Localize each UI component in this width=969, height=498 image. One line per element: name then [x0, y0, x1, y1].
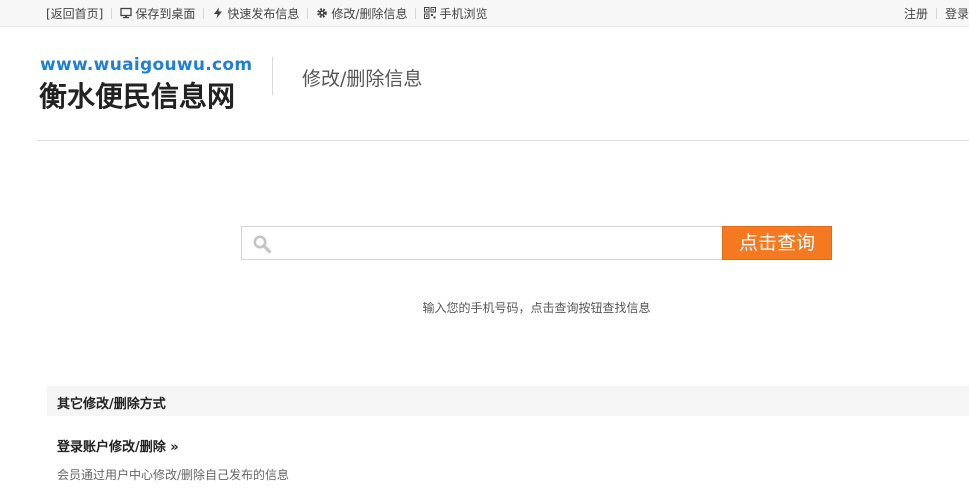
monitor-icon: [120, 7, 133, 19]
search-hint: 输入您的手机号码，点击查询按钮查找信息: [422, 301, 651, 315]
quick-post-label: 快速发布信息: [227, 6, 300, 21]
separator: [203, 7, 205, 19]
search-icon: [252, 234, 272, 254]
qrcode-icon: [424, 7, 437, 19]
save-to-desktop-link[interactable]: 保存到桌面: [120, 5, 195, 22]
quick-post-link[interactable]: 快速发布信息: [212, 5, 299, 22]
save-to-desktop-label: 保存到桌面: [135, 6, 196, 21]
separator: [307, 7, 309, 19]
lightning-icon: [212, 7, 224, 19]
separator: [111, 7, 113, 19]
login-edit-description: 会员通过用户中心修改/删除自己发布的信息: [57, 468, 290, 482]
top-bar-right: 注册 登录: [904, 0, 969, 26]
other-methods-title: 其它修改/删除方式: [57, 397, 166, 412]
separator: [415, 7, 417, 19]
home-link-label: [返回首页]: [46, 6, 104, 21]
logo-name: 衡水便民信息网: [39, 80, 236, 113]
edit-delete-label: 修改/删除信息: [331, 6, 408, 21]
login-edit-link[interactable]: 登录账户修改/删除 »: [57, 436, 179, 455]
separator: [935, 7, 937, 19]
other-methods-bar: 其它修改/删除方式: [47, 386, 969, 416]
gear-icon: [316, 7, 328, 19]
phone-search-input[interactable]: [278, 227, 718, 259]
home-link[interactable]: [返回首页]: [46, 5, 103, 22]
mobile-browse-link[interactable]: 手机浏览: [424, 5, 487, 22]
register-label: 注册: [903, 6, 928, 21]
page-title: 修改/删除信息: [302, 68, 423, 90]
mobile-browse-label: 手机浏览: [439, 6, 488, 21]
site-logo[interactable]: www.wuaigouwu.com 衡水便民信息网: [39, 55, 252, 113]
logo-url: www.wuaigouwu.com: [40, 55, 253, 75]
top-bar: [返回首页] 保存到桌面 快速发布信息 修改/删除信息 手机浏览 注册 登录: [0, 0, 969, 27]
search-box: [241, 226, 723, 260]
edit-delete-link[interactable]: 修改/删除信息: [316, 5, 407, 22]
site-header: www.wuaigouwu.com 衡水便民信息网 修改/删除信息: [0, 27, 969, 141]
top-bar-left: [返回首页] 保存到桌面 快速发布信息 修改/删除信息 手机浏览: [46, 0, 487, 26]
header-divider: [272, 57, 273, 95]
register-link[interactable]: 注册: [904, 5, 928, 22]
header-divider-line: [37, 140, 969, 141]
search-button[interactable]: 点击查询: [722, 226, 832, 260]
login-label: 登录: [944, 6, 969, 21]
login-link[interactable]: 登录: [945, 5, 969, 22]
